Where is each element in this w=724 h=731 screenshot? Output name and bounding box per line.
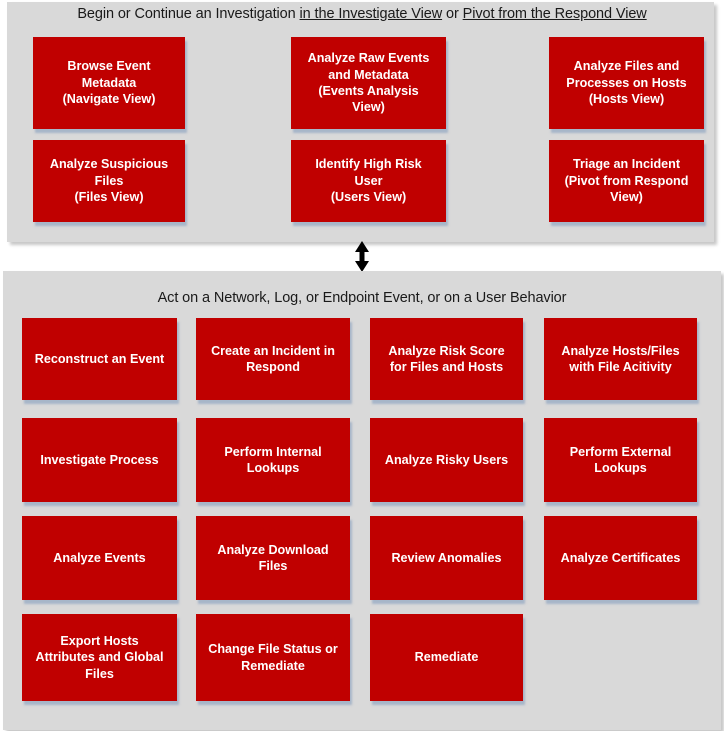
- node-perform-external-lookups[interactable]: Perform External Lookups: [544, 418, 697, 502]
- node-label: Analyze Risk Score for Files and Hosts: [388, 343, 505, 374]
- node-label: Perform Internal Lookups: [224, 444, 322, 475]
- node-create-an-incident-in-respond[interactable]: Create an Incident in Respond: [196, 318, 350, 400]
- node-review-anomalies[interactable]: Review Anomalies: [370, 516, 523, 600]
- node-label: Change File Status or Remediate: [208, 642, 338, 673]
- node-label: Analyze Suspicious Files (Files View): [49, 157, 169, 205]
- node-label: Analyze Hosts/Files with File Acitivity: [561, 343, 680, 374]
- node-analyze-certificates[interactable]: Analyze Certificates: [544, 516, 697, 600]
- node-label: Analyze Certificates: [560, 550, 681, 565]
- node-label: Browse Event Metadata (Navigate View): [62, 59, 156, 107]
- node-label: Identify High Risk User (Users View): [315, 157, 422, 205]
- node-label: Analyze Risky Users: [384, 452, 509, 467]
- double-headed-vertical-arrow-icon: [351, 241, 373, 272]
- node-identify-high-risk-user[interactable]: Identify High Risk User (Users View): [291, 140, 446, 222]
- node-triage-an-incident[interactable]: Triage an Incident (Pivot from Respond Vie…: [549, 140, 704, 222]
- node-label: Perform External Lookups: [569, 444, 672, 475]
- node-label: Investigate Process: [40, 452, 159, 467]
- node-analyze-download-files[interactable]: Analyze Download Files: [196, 516, 350, 600]
- node-label: Export Hosts Attributes and Global Files: [35, 633, 164, 681]
- node-remediate[interactable]: Remediate: [370, 614, 523, 701]
- node-label: Analyze Events: [53, 550, 146, 565]
- node-label: Analyze Raw Events and Metadata (Events An…: [307, 51, 430, 115]
- node-analyze-risky-users[interactable]: Analyze Risky Users: [370, 418, 523, 502]
- node-label: Reconstruct an Event: [34, 351, 165, 366]
- node-reconstruct-an-event[interactable]: Reconstruct an Event: [22, 318, 177, 400]
- node-analyze-suspicious-files[interactable]: Analyze Suspicious Files (Files View): [33, 140, 185, 222]
- node-label: Analyze Download Files: [217, 542, 329, 573]
- node-analyze-raw-events-and-metadata[interactable]: Analyze Raw Events and Metadata (Events An…: [291, 37, 446, 129]
- node-analyze-events[interactable]: Analyze Events: [22, 516, 177, 600]
- node-export-hosts-attributes-and-global-files[interactable]: Export Hosts Attributes and Global Files: [22, 614, 177, 701]
- act-panel-heading: Act on a Network, Log, or Endpoint Event…: [157, 290, 567, 306]
- node-analyze-files-and-processes-on-hosts[interactable]: Analyze Files and Processes on Hosts (Host…: [549, 37, 704, 129]
- node-label: Analyze Files and Processes on Hosts (Host…: [566, 59, 687, 107]
- node-investigate-process[interactable]: Investigate Process: [22, 418, 177, 502]
- node-label: Create an Incident in Respond: [211, 343, 335, 374]
- node-label: Review Anomalies: [391, 550, 502, 565]
- node-label: Remediate: [414, 650, 479, 665]
- node-perform-internal-lookups[interactable]: Perform Internal Lookups: [196, 418, 350, 502]
- node-label: Triage an Incident (Pivot from Respond Vie…: [564, 157, 689, 205]
- node-analyze-risk-score-for-files-and-hosts[interactable]: Analyze Risk Score for Files and Hosts: [370, 318, 523, 400]
- investigate-panel-heading: Begin or Continue an Investigation in th…: [77, 6, 647, 22]
- node-browse-event-metadata[interactable]: Browse Event Metadata (Navigate View): [33, 37, 185, 129]
- node-analyze-hosts-files-with-file-activity[interactable]: Analyze Hosts/Files with File Acitivity: [544, 318, 697, 400]
- node-change-file-status-or-remediate[interactable]: Change File Status or Remediate: [196, 614, 350, 701]
